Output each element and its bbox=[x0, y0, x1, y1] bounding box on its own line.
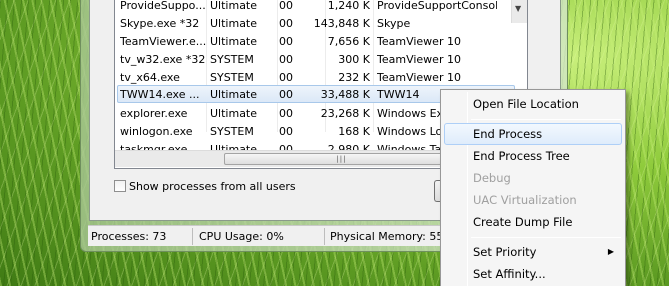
process-name: TeamViewer.e... bbox=[120, 35, 206, 48]
menu-item-uac-virtualization: UAC Virtualization bbox=[473, 193, 577, 207]
menu-item-set-priority[interactable]: Set Priority ▶ bbox=[444, 241, 622, 263]
menu-item-create-dump-file[interactable]: Create Dump File bbox=[444, 211, 622, 233]
process-count: Processes: 73 bbox=[91, 230, 167, 243]
process-name: TWW14.exe ... bbox=[120, 88, 200, 101]
process-memory: 7,656 K bbox=[327, 35, 370, 48]
process-row[interactable]: ProvideSuppo... Ultimate 00 1,240 K Prov… bbox=[115, 0, 527, 15]
menu-item-set-affinity[interactable]: Set Affinity... bbox=[444, 263, 622, 285]
scrollbar-thumb[interactable]: ||| bbox=[224, 153, 459, 165]
process-name: tv_x64.exe bbox=[120, 71, 180, 84]
process-memory: 1,240 K bbox=[327, 0, 370, 12]
vertical-scrollbar[interactable]: ▼ bbox=[511, 0, 527, 23]
scroll-down-arrow-icon[interactable]: ▼ bbox=[515, 4, 521, 13]
process-user: SYSTEM bbox=[210, 125, 254, 138]
process-user: Ultimate bbox=[210, 17, 258, 30]
process-memory: 168 K bbox=[338, 125, 370, 138]
show-all-processes-option[interactable]: Show processes from all users bbox=[114, 179, 296, 193]
process-row[interactable]: tv_w32.exe *32 SYSTEM 00 300 K TeamViewe… bbox=[115, 51, 527, 69]
process-user: Ultimate bbox=[210, 0, 258, 12]
menu-separator bbox=[471, 237, 621, 238]
physical-memory: Physical Memory: 55 bbox=[330, 230, 440, 243]
process-description: TeamViewer 10 bbox=[377, 71, 461, 84]
menu-item-open-file-location[interactable]: Open File Location bbox=[444, 93, 622, 115]
process-name: Skype.exe *32 bbox=[120, 17, 200, 30]
menu-item-end-process-tree[interactable]: End Process Tree bbox=[444, 145, 622, 167]
process-user: Ultimate bbox=[210, 35, 258, 48]
process-memory: 232 K bbox=[338, 71, 370, 84]
process-description: TeamViewer 10 bbox=[377, 53, 461, 66]
process-name: winlogon.exe bbox=[120, 125, 193, 138]
process-memory: 23,268 K bbox=[320, 107, 370, 120]
menu-item-label: Set Priority bbox=[473, 245, 537, 259]
menu-item-debug: Debug bbox=[473, 171, 511, 185]
show-all-checkbox[interactable] bbox=[114, 180, 126, 192]
cpu-usage: CPU Usage: 0% bbox=[199, 230, 284, 243]
process-context-menu: Open File Location End Process End Proce… bbox=[440, 89, 626, 286]
status-separator bbox=[192, 228, 193, 245]
process-row[interactable]: TeamViewer.e... Ultimate 00 7,656 K Team… bbox=[115, 33, 527, 51]
show-all-label: Show processes from all users bbox=[129, 179, 296, 193]
process-description: ProvideSupportConsole bbox=[377, 0, 497, 12]
process-memory: 143,848 K bbox=[313, 17, 370, 30]
process-memory: 33,488 K bbox=[320, 88, 370, 101]
process-row[interactable]: Skype.exe *32 Ultimate 00 143,848 K Skyp… bbox=[115, 15, 527, 33]
process-description: Skype bbox=[377, 17, 411, 30]
process-name: explorer.exe bbox=[120, 107, 188, 120]
menu-item-end-process[interactable]: End Process bbox=[444, 123, 622, 145]
process-description: TeamViewer 10 bbox=[377, 35, 461, 48]
process-memory: 300 K bbox=[338, 53, 370, 66]
process-user: Ultimate bbox=[210, 107, 258, 120]
process-user: SYSTEM bbox=[210, 53, 254, 66]
menu-separator bbox=[471, 119, 621, 120]
process-user: Ultimate bbox=[210, 88, 258, 101]
submenu-arrow-icon: ▶ bbox=[607, 247, 614, 256]
process-name: tv_w32.exe *32 bbox=[120, 53, 206, 66]
process-user: SYSTEM bbox=[210, 71, 254, 84]
process-name: ProvideSuppo... bbox=[120, 0, 206, 12]
status-separator bbox=[324, 228, 325, 245]
